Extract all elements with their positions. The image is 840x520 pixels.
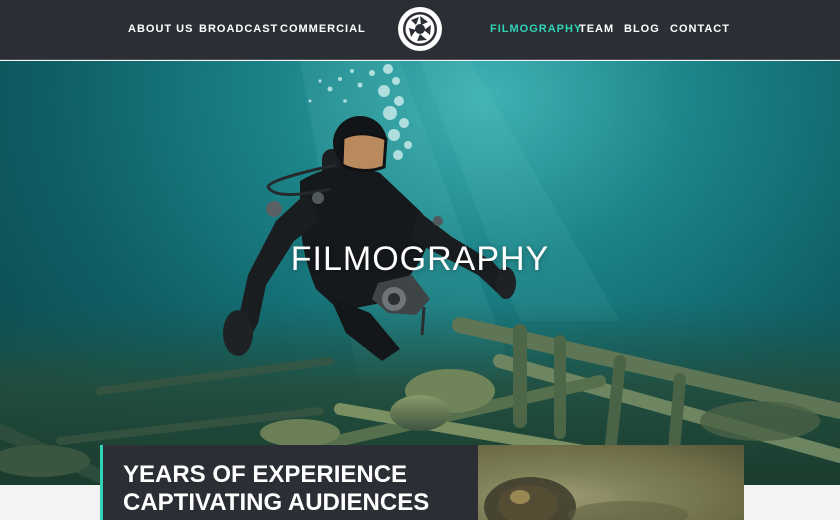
page-title: FILMOGRAPHY <box>290 240 550 278</box>
nav-link-broadcast[interactable]: BROADCAST <box>199 22 278 36</box>
camera-aperture-logo-icon[interactable] <box>397 6 443 52</box>
section-image-fish-closeup <box>478 445 744 520</box>
section-heading: YEARS OF EXPERIENCE CAPTIVATING AUDIENCE… <box>123 461 473 517</box>
nav-link-commercial[interactable]: COMMERCIAL <box>280 22 366 36</box>
hero-banner: FILMOGRAPHY <box>0 61 840 485</box>
section-heading-line-1: YEARS OF EXPERIENCE <box>123 461 408 488</box>
card-accent-bar <box>100 445 103 520</box>
nav-link-blog[interactable]: BLOG <box>624 22 660 36</box>
nav-link-team[interactable]: TEAM <box>579 22 614 36</box>
top-navigation: ABOUT US BROADCAST COMMERCIAL FILMOGRAPH… <box>0 0 840 60</box>
nav-link-filmography[interactable]: FILMOGRAPHY <box>490 22 582 36</box>
section-heading-line-2: CAPTIVATING AUDIENCES <box>123 489 430 516</box>
nav-link-about-us[interactable]: ABOUT US <box>128 22 193 36</box>
nav-link-contact[interactable]: CONTACT <box>670 22 730 36</box>
